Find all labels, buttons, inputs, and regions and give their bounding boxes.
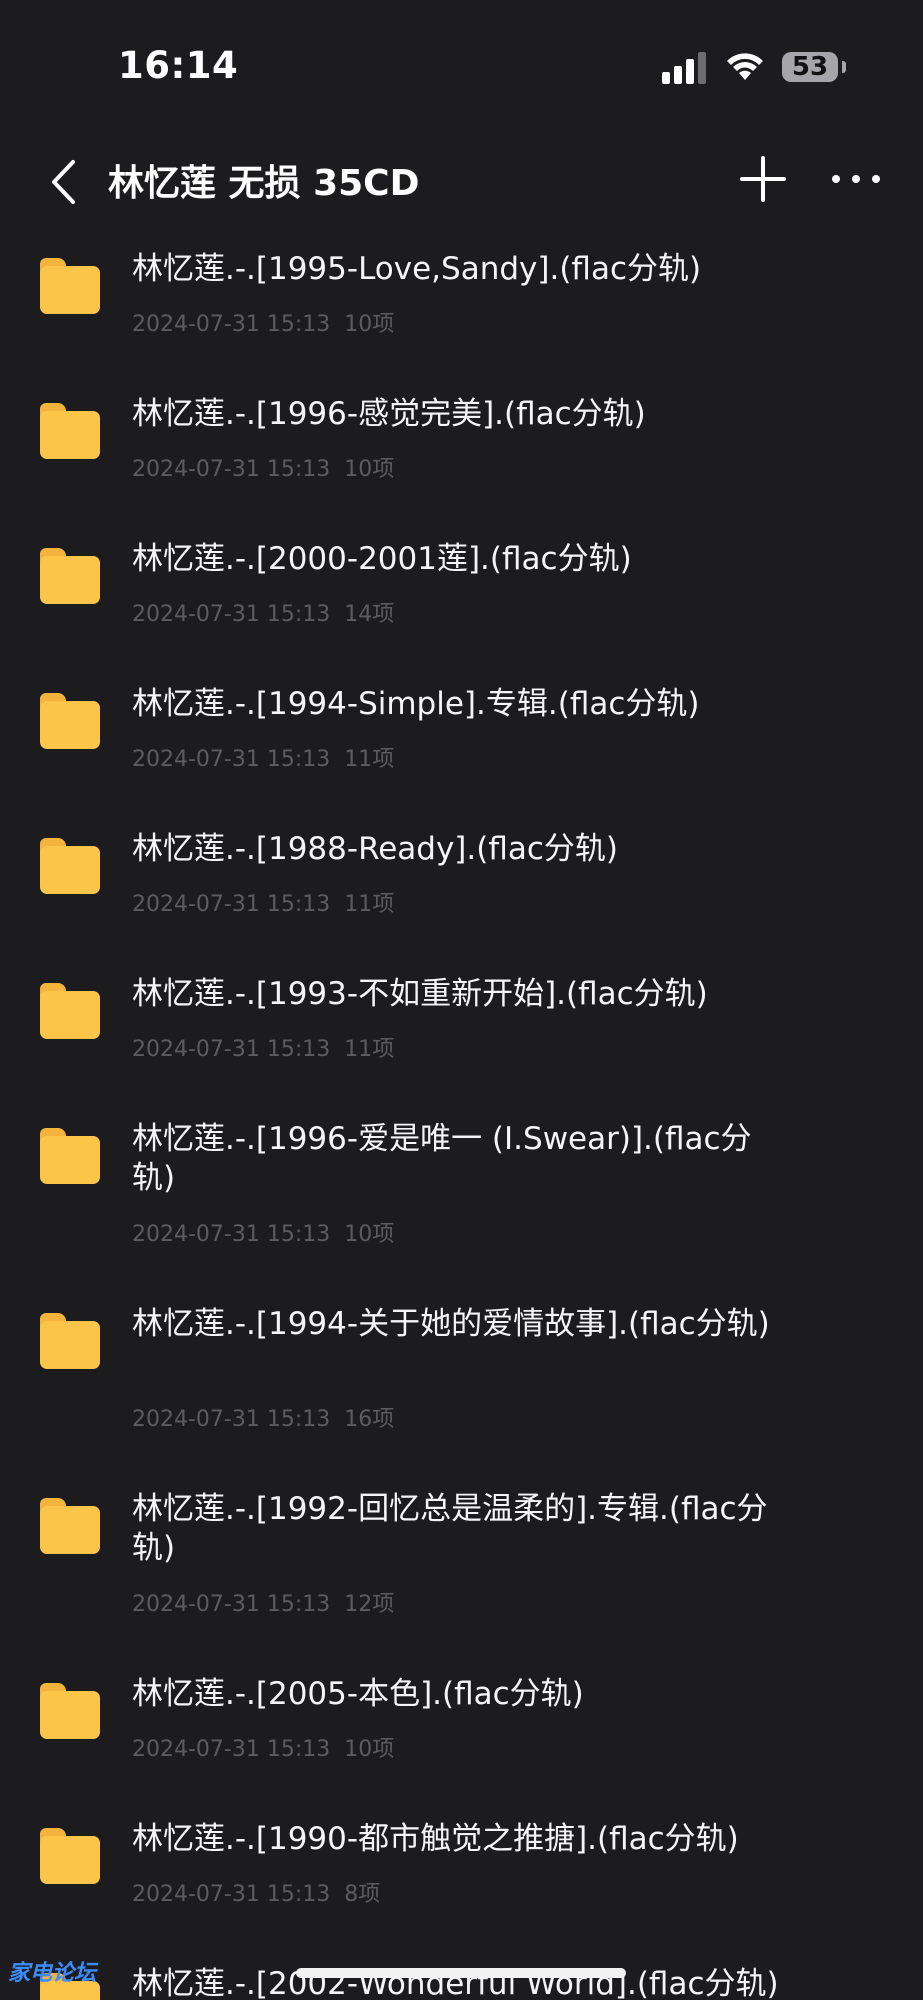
list-item[interactable]: 林忆莲.-.[1993-不如重新开始].(flac分轨) 2024-07-31 … — [0, 955, 923, 1100]
folder-name: 林忆莲.-.[1994-Simple].专辑.(flac分轨) — [132, 686, 700, 722]
folder-count: 14项 — [344, 602, 395, 627]
list-item[interactable]: 林忆莲.-.[1988-Ready].(flac分轨) 2024-07-31 1… — [0, 810, 923, 955]
folder-count: 10项 — [344, 457, 395, 482]
folder-meta: 2024-07-31 15:13 10项 — [132, 1731, 394, 1763]
folder-date: 2024-07-31 15:13 — [132, 1407, 331, 1432]
home-indicator[interactable] — [296, 1968, 626, 1978]
folder-meta: 2024-07-31 15:13 8项 — [132, 1876, 380, 1908]
ellipsis-icon — [832, 175, 880, 183]
page-title: 林忆莲 无损 35CD — [108, 163, 420, 204]
folder-count: 10项 — [344, 312, 395, 337]
folder-date: 2024-07-31 15:13 — [132, 747, 331, 772]
list-item[interactable]: 林忆莲.-.[1996-感觉完美].(flac分轨) 2024-07-31 15… — [0, 375, 923, 520]
status-time: 16:14 — [118, 44, 239, 87]
list-item[interactable]: 林忆莲.-.[1992-回忆总是温柔的].专辑.(flac分轨) 2024-07… — [0, 1470, 923, 1655]
folder-count: 11项 — [344, 892, 395, 917]
list-item[interactable]: 林忆莲.-.[1996-爱是唯一 (I.Swear)].(flac分轨) 202… — [0, 1100, 923, 1285]
folder-icon — [40, 1683, 100, 1739]
folder-name: 林忆莲.-.[1988-Ready].(flac分轨) — [132, 831, 619, 867]
battery-tip — [842, 61, 846, 73]
folder-date: 2024-07-31 15:13 — [132, 602, 331, 627]
list-item[interactable]: 林忆莲.-.[2005-本色].(flac分轨) 2024-07-31 15:1… — [0, 1655, 923, 1800]
folder-count: 10项 — [344, 1737, 395, 1762]
folder-icon — [40, 1828, 100, 1884]
list-item[interactable]: 林忆莲.-.[2000-2001莲].(flac分轨) 2024-07-31 1… — [0, 520, 923, 665]
folder-meta: 2024-07-31 15:13 11项 — [132, 741, 394, 773]
folder-icon — [40, 548, 100, 604]
folder-icon — [40, 258, 100, 314]
list-item[interactable]: 林忆莲.-.[1995-Love,Sandy].(flac分轨) 2024-07… — [0, 230, 923, 375]
wifi-icon — [727, 53, 763, 80]
folder-name: 林忆莲.-.[2005-本色].(flac分轨) — [132, 1676, 584, 1712]
chevron-left-icon — [52, 160, 75, 204]
cellular-signal-icon — [662, 52, 708, 84]
folder-name: 林忆莲.-.[1996-感觉完美].(flac分轨) — [132, 396, 646, 432]
plus-icon — [740, 156, 786, 202]
folder-date: 2024-07-31 15:13 — [132, 1037, 331, 1062]
folder-name: 林忆莲.-.[1994-关于她的爱情故事].(flac分轨) — [132, 1306, 770, 1342]
folder-count: 16项 — [344, 1407, 395, 1432]
folder-meta: 2024-07-31 15:13 11项 — [132, 1031, 394, 1063]
folder-meta: 2024-07-31 15:13 14项 — [132, 596, 394, 628]
folder-name: 林忆莲.-.[2000-2001莲].(flac分轨) — [132, 541, 632, 577]
folder-count: 12项 — [344, 1592, 395, 1617]
folder-name: 林忆莲.-.[1990-都市触觉之推搪].(flac分轨) — [132, 1821, 739, 1857]
folder-meta: 2024-07-31 15:13 10项 — [132, 306, 394, 338]
folder-icon — [40, 983, 100, 1039]
folder-name: 林忆莲.-.[1995-Love,Sandy].(flac分轨) — [132, 251, 702, 287]
folder-count: 10项 — [344, 1222, 395, 1247]
folder-meta: 2024-07-31 15:13 12项 — [132, 1586, 394, 1618]
watermark-logo: 家电论坛 — [8, 1961, 97, 1986]
folder-date: 2024-07-31 15:13 — [132, 312, 331, 337]
add-button[interactable] — [738, 154, 788, 204]
folder-date: 2024-07-31 15:13 — [132, 1737, 331, 1762]
folder-name: 林忆莲.-.[1992-回忆总是温柔的].专辑.(flac分轨) — [132, 1491, 768, 1566]
folder-count: 11项 — [344, 747, 395, 772]
battery-level: 53 — [782, 52, 838, 82]
status-bar: 16:14 53 — [0, 0, 923, 130]
folder-icon — [40, 1128, 100, 1184]
folder-date: 2024-07-31 15:13 — [132, 1882, 331, 1907]
folder-icon — [40, 1498, 100, 1554]
folder-name: 林忆莲.-.[1993-不如重新开始].(flac分轨) — [132, 976, 708, 1012]
folder-meta: 2024-07-31 15:13 16项 — [132, 1401, 394, 1433]
folder-meta: 2024-07-31 15:13 11项 — [132, 886, 394, 918]
folder-count: 11项 — [344, 1037, 395, 1062]
folder-meta: 2024-07-31 15:13 10项 — [132, 451, 394, 483]
more-options-button[interactable] — [830, 154, 882, 204]
folder-date: 2024-07-31 15:13 — [132, 1592, 331, 1617]
list-item[interactable]: 林忆莲.-.[1994-Simple].专辑.(flac分轨) 2024-07-… — [0, 665, 923, 810]
back-button[interactable] — [40, 152, 90, 212]
list-item[interactable]: 林忆莲.-.[1994-关于她的爱情故事].(flac分轨) 2024-07-3… — [0, 1285, 923, 1470]
folder-icon — [40, 838, 100, 894]
folder-icon — [40, 1313, 100, 1369]
folder-date: 2024-07-31 15:13 — [132, 892, 331, 917]
folder-meta: 2024-07-31 15:13 10项 — [132, 1216, 394, 1248]
folder-icon — [40, 403, 100, 459]
list-item[interactable]: 林忆莲.-.[1990-都市触觉之推搪].(flac分轨) 2024-07-31… — [0, 1800, 923, 1945]
folder-icon — [40, 693, 100, 749]
navigation-bar: 林忆莲 无损 35CD — [0, 140, 923, 220]
folder-name: 林忆莲.-.[1996-爱是唯一 (I.Swear)].(flac分轨) — [132, 1121, 752, 1196]
folder-count: 8项 — [344, 1882, 381, 1907]
folder-date: 2024-07-31 15:13 — [132, 1222, 331, 1247]
folder-date: 2024-07-31 15:13 — [132, 457, 331, 482]
